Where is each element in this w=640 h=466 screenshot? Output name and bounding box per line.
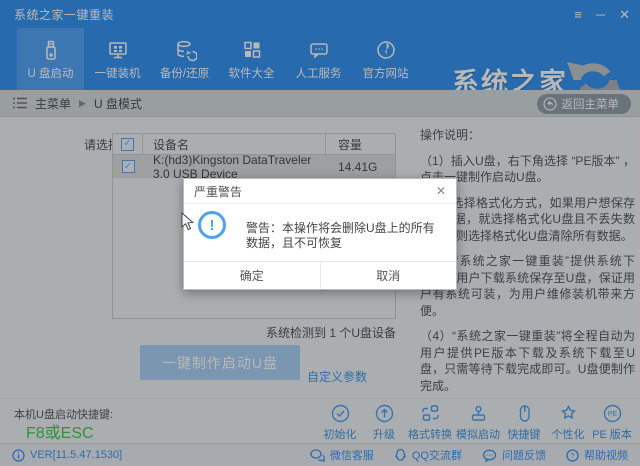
warning-icon: ! xyxy=(198,211,226,239)
warning-dialog: 严重警告 ✕ ! 警告：本操作将会删除U盘上的所有数据，且不可恢复 确定 取消 xyxy=(183,178,457,290)
dialog-cancel-button[interactable]: 取消 xyxy=(320,262,457,289)
dialog-title: 严重警告 xyxy=(194,183,242,200)
mouse-cursor-icon xyxy=(181,212,195,232)
dialog-ok-button[interactable]: 确定 xyxy=(184,262,320,289)
dialog-message: 警告：本操作将会删除U盘上的所有数据，且不可恢复 xyxy=(246,221,446,251)
app-window: 系统之家一键重装 ≡ ─ ✕ U 盘启动 一键装机 备份/还原 软件大全 xyxy=(0,0,640,466)
dialog-close-icon[interactable]: ✕ xyxy=(436,184,446,198)
